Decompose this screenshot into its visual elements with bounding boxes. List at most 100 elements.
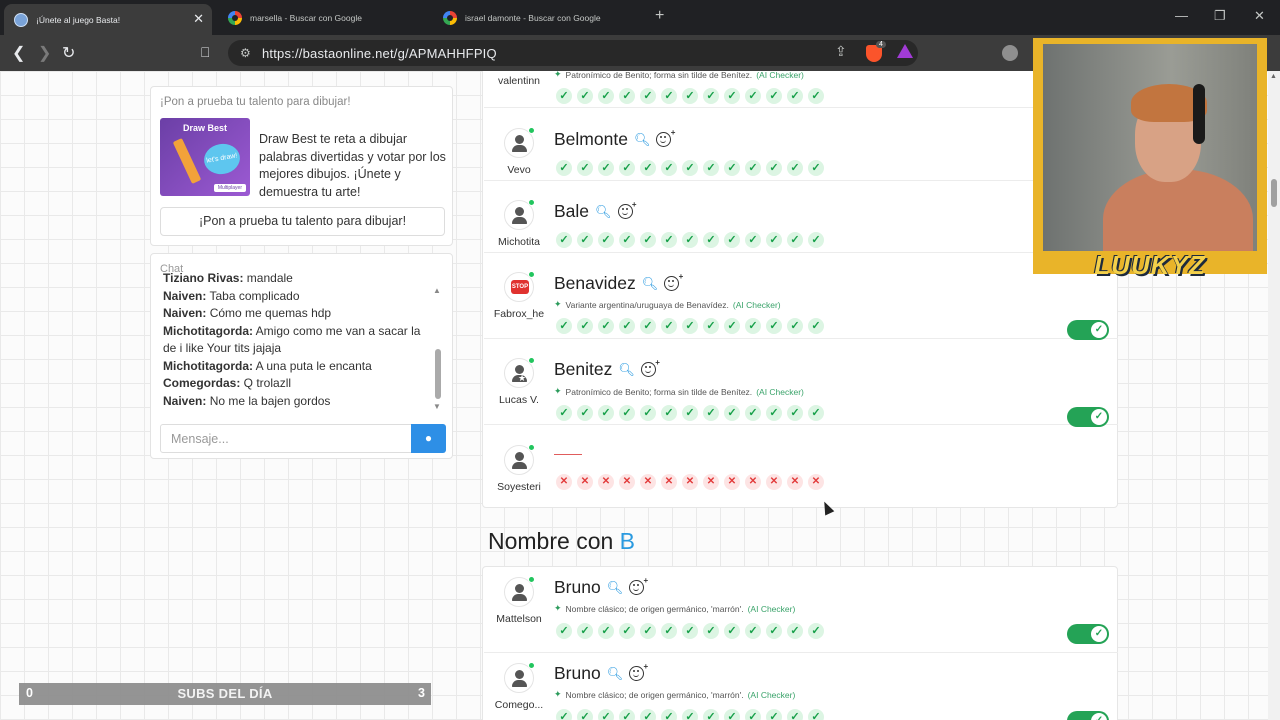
draw-best-thumbnail[interactable]: Draw Best let's draw! Multiplayer	[160, 118, 250, 196]
add-reaction-icon[interactable]: +	[617, 200, 637, 219]
vote-check-icon: ✓	[703, 160, 719, 176]
reload-icon[interactable]: ↻	[62, 43, 75, 63]
vote-cross-icon: ✕	[808, 474, 824, 490]
add-reaction-icon[interactable]: +	[664, 272, 683, 291]
check-icon: ✓	[1091, 713, 1107, 720]
vote-check-icon: ✓	[661, 709, 677, 720]
search-icon[interactable]: 🔍︎	[607, 666, 624, 682]
vote-cross-icon: ✕	[619, 474, 635, 490]
avatar: STOP	[504, 271, 535, 302]
answer-word: Bruno 🔍︎ +	[554, 662, 648, 684]
promo-button[interactable]: ¡Pon a prueba tu talento para dibujar!	[160, 207, 445, 236]
address-bar[interactable]: ⚙ https://bastaonline.net/g/APMAHHFPIQ	[228, 40, 918, 66]
vote-check-icon: ✓	[661, 160, 677, 176]
chat-message-input[interactable]	[160, 424, 412, 453]
share-icon[interactable]: ⇪	[835, 43, 847, 60]
thumb-bubble: let's draw!	[201, 141, 243, 177]
minimize-icon[interactable]: —	[1175, 8, 1188, 23]
headset-icon	[1193, 84, 1205, 144]
vote-check-icon: ✓	[619, 88, 635, 104]
vote-cross-icon: ✕	[703, 474, 719, 490]
tab-israel-damonte[interactable]: israel damonte - Buscar con Google	[433, 4, 643, 31]
close-icon[interactable]: ✕	[193, 11, 204, 27]
vote-check-icon: ✓	[682, 232, 698, 248]
chat-text: mandale	[243, 272, 293, 285]
back-icon[interactable]: ❮	[12, 43, 25, 63]
tab-title: marsella - Buscar con Google	[250, 12, 362, 23]
ai-note-text: Patronímico de Benito; forma sin tilde d…	[565, 71, 753, 80]
vote-check-icon: ✓	[682, 88, 698, 104]
vote-check-icon: ✓	[640, 623, 656, 639]
page-scrollbar[interactable]: ▲	[1268, 71, 1280, 720]
vote-check-icon: ✓	[619, 318, 635, 334]
answer-word: Benavidez 🔍︎ +	[554, 272, 683, 294]
add-reaction-icon[interactable]: +	[629, 576, 648, 595]
ai-note: ✦ Nombre clásico; de origen germánico, '…	[554, 689, 795, 700]
vote-check-icon: ✓	[745, 709, 761, 720]
search-icon[interactable]: 🔍︎	[642, 276, 659, 292]
scroll-thumb[interactable]	[1271, 179, 1277, 207]
bookmark-icon[interactable]: ⎕	[201, 44, 209, 61]
online-indicator	[528, 199, 535, 206]
promo-description: Draw Best te reta a dibujar palabras div…	[259, 132, 446, 199]
promo-heading: ¡Pon a prueba tu talento para dibujar!	[160, 96, 351, 108]
answer-text: Bruno	[554, 577, 601, 597]
profile-icon[interactable]	[1002, 45, 1018, 61]
row-divider	[484, 338, 1118, 339]
chat-scrollbar[interactable]	[435, 349, 441, 399]
vote-check-icon: ✓	[577, 709, 593, 720]
ai-checker-label: (AI Checker)	[747, 689, 796, 700]
site-settings-icon[interactable]: ⚙	[240, 46, 251, 60]
chat-log[interactable]: Tiziano Rivas: mandale Naiven: Taba comp…	[163, 272, 429, 412]
url-text[interactable]: https://bastaonline.net/g/APMAHHFPIQ	[262, 46, 497, 61]
add-reaction-icon[interactable]: +	[640, 358, 660, 377]
vote-check-icon: ✓	[598, 623, 614, 639]
row-divider	[484, 180, 1118, 181]
scroll-up-icon[interactable]: ▲	[1270, 73, 1277, 80]
sparkle-icon: ✦	[554, 299, 562, 309]
search-icon[interactable]: 🔍︎	[634, 132, 651, 148]
tab-basta[interactable]: ¡Únete al juego Basta! ✕	[4, 4, 212, 35]
approve-toggle[interactable]: ✓	[1067, 711, 1109, 720]
check-icon: ✓	[1091, 322, 1107, 338]
approve-toggle[interactable]: ✓	[1067, 407, 1109, 427]
vote-check-icon: ✓	[640, 232, 656, 248]
vote-check-icon: ✓	[703, 709, 719, 720]
window-close-icon[interactable]: ✕	[1254, 8, 1265, 24]
tab-marsella[interactable]: marsella - Buscar con Google	[218, 4, 428, 31]
send-button[interactable]: ●	[411, 424, 446, 453]
vote-check-icon: ✓	[808, 160, 824, 176]
chat-scroll-down-icon[interactable]: ▼	[433, 402, 441, 411]
vote-cross-icon: ✕	[766, 474, 782, 490]
forward-icon[interactable]: ❯	[38, 43, 51, 63]
vote-check-icon: ✓	[787, 160, 803, 176]
vote-check-icon: ✓	[577, 623, 593, 639]
chat-message: Michotitagorda: Amigo como me van a saca…	[163, 323, 429, 358]
search-icon[interactable]: 🔍︎	[595, 204, 612, 220]
avatar	[504, 444, 535, 475]
search-icon[interactable]: 🔍︎	[607, 580, 624, 596]
section-title: Nombre con B	[488, 528, 635, 555]
vote-check-icon: ✓	[556, 623, 572, 639]
vote-check-icon: ✓	[640, 88, 656, 104]
row-divider	[484, 107, 1118, 108]
new-tab-icon[interactable]: +	[655, 7, 664, 25]
vote-check-icon: ✓	[703, 318, 719, 334]
section-letter: B	[619, 528, 636, 554]
vote-check-icon: ✓	[640, 405, 656, 421]
chat-scroll-up-icon[interactable]: ▲	[433, 286, 441, 295]
add-reaction-icon[interactable]: +	[629, 662, 648, 681]
vote-check-icon: ✓	[724, 232, 740, 248]
answer-text: Benavidez	[554, 273, 636, 293]
add-reaction-icon[interactable]: +	[656, 128, 675, 147]
approve-toggle[interactable]: ✓	[1067, 320, 1109, 340]
search-icon[interactable]: 🔍︎	[618, 362, 635, 378]
vote-check-icon: ✓	[577, 318, 593, 334]
vote-check-icon: ✓	[577, 232, 593, 248]
vote-check-icon: ✓	[598, 318, 614, 334]
player-mattelson: Mattelson	[484, 576, 554, 625]
approve-toggle[interactable]: ✓	[1067, 624, 1109, 644]
rewards-icon[interactable]	[897, 44, 913, 58]
player-name: Soyesteri	[497, 481, 541, 493]
maximize-icon[interactable]: ❐	[1214, 8, 1226, 24]
